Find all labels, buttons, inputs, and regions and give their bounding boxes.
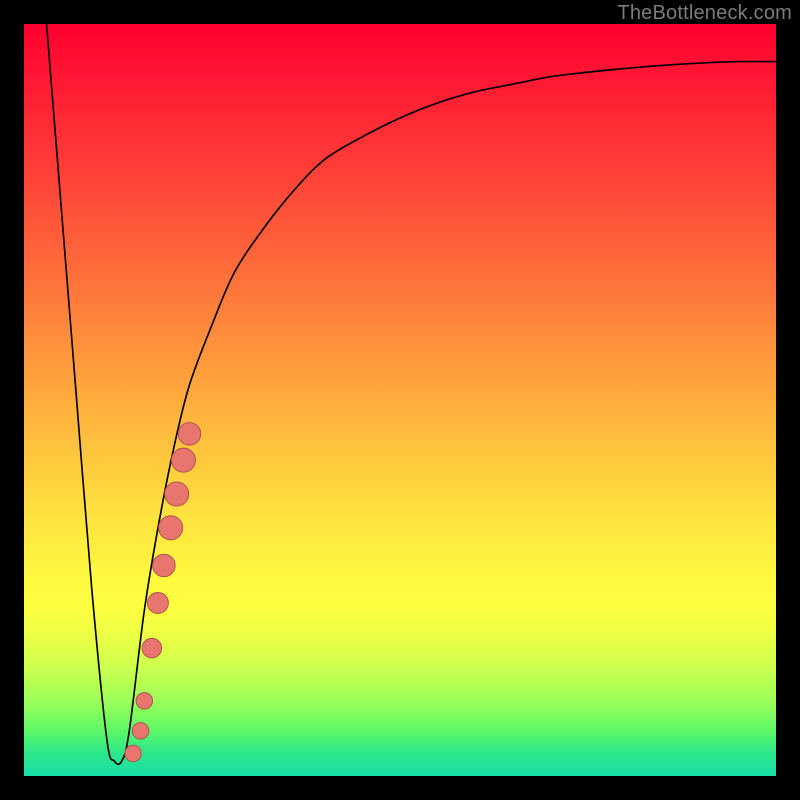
chart-frame: TheBottleneck.com: [0, 0, 800, 800]
watermark-text: TheBottleneck.com: [617, 2, 792, 25]
plot-area: [24, 24, 776, 776]
